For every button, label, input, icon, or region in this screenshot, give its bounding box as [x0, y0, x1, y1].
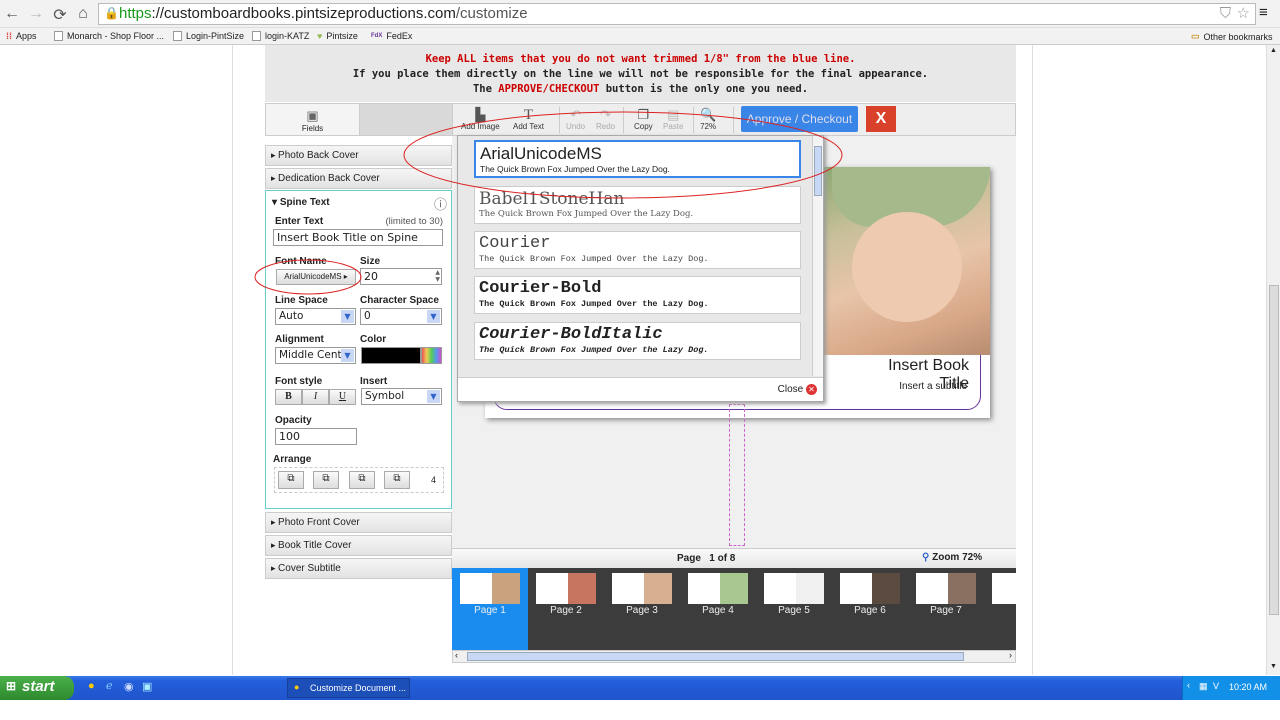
taskbar-item-customize[interactable]: ● Customize Document ...: [287, 678, 410, 698]
chrome-icon[interactable]: ●: [88, 680, 95, 692]
system-tray: ‹ ▦ V 10:20 AM: [1182, 676, 1280, 700]
start-button[interactable]: ⊞ start: [0, 676, 74, 700]
annotation-ellipse: [403, 111, 843, 199]
ie-icon[interactable]: ℯ: [106, 679, 113, 692]
desktop-icon[interactable]: ▣: [142, 680, 152, 693]
task-label: Customize Document ...: [310, 683, 407, 693]
tray-expand-icon[interactable]: ‹: [1187, 680, 1190, 690]
windows-logo-icon: ⊞: [6, 679, 17, 693]
v-icon[interactable]: V: [1213, 681, 1219, 691]
annotation-overlay: [254, 111, 843, 295]
chrome-icon: ●: [294, 682, 300, 692]
start-label: start: [22, 678, 55, 695]
clock: 10:20 AM: [1229, 682, 1268, 692]
annotation-ellipse: [254, 259, 362, 295]
taskbar: ⊞ start ● ℯ ◉ ▣ ● Customize Document ... ‹…: [0, 676, 1280, 700]
network-icon[interactable]: ▦: [1199, 681, 1208, 692]
app-icon[interactable]: ◉: [124, 680, 134, 693]
